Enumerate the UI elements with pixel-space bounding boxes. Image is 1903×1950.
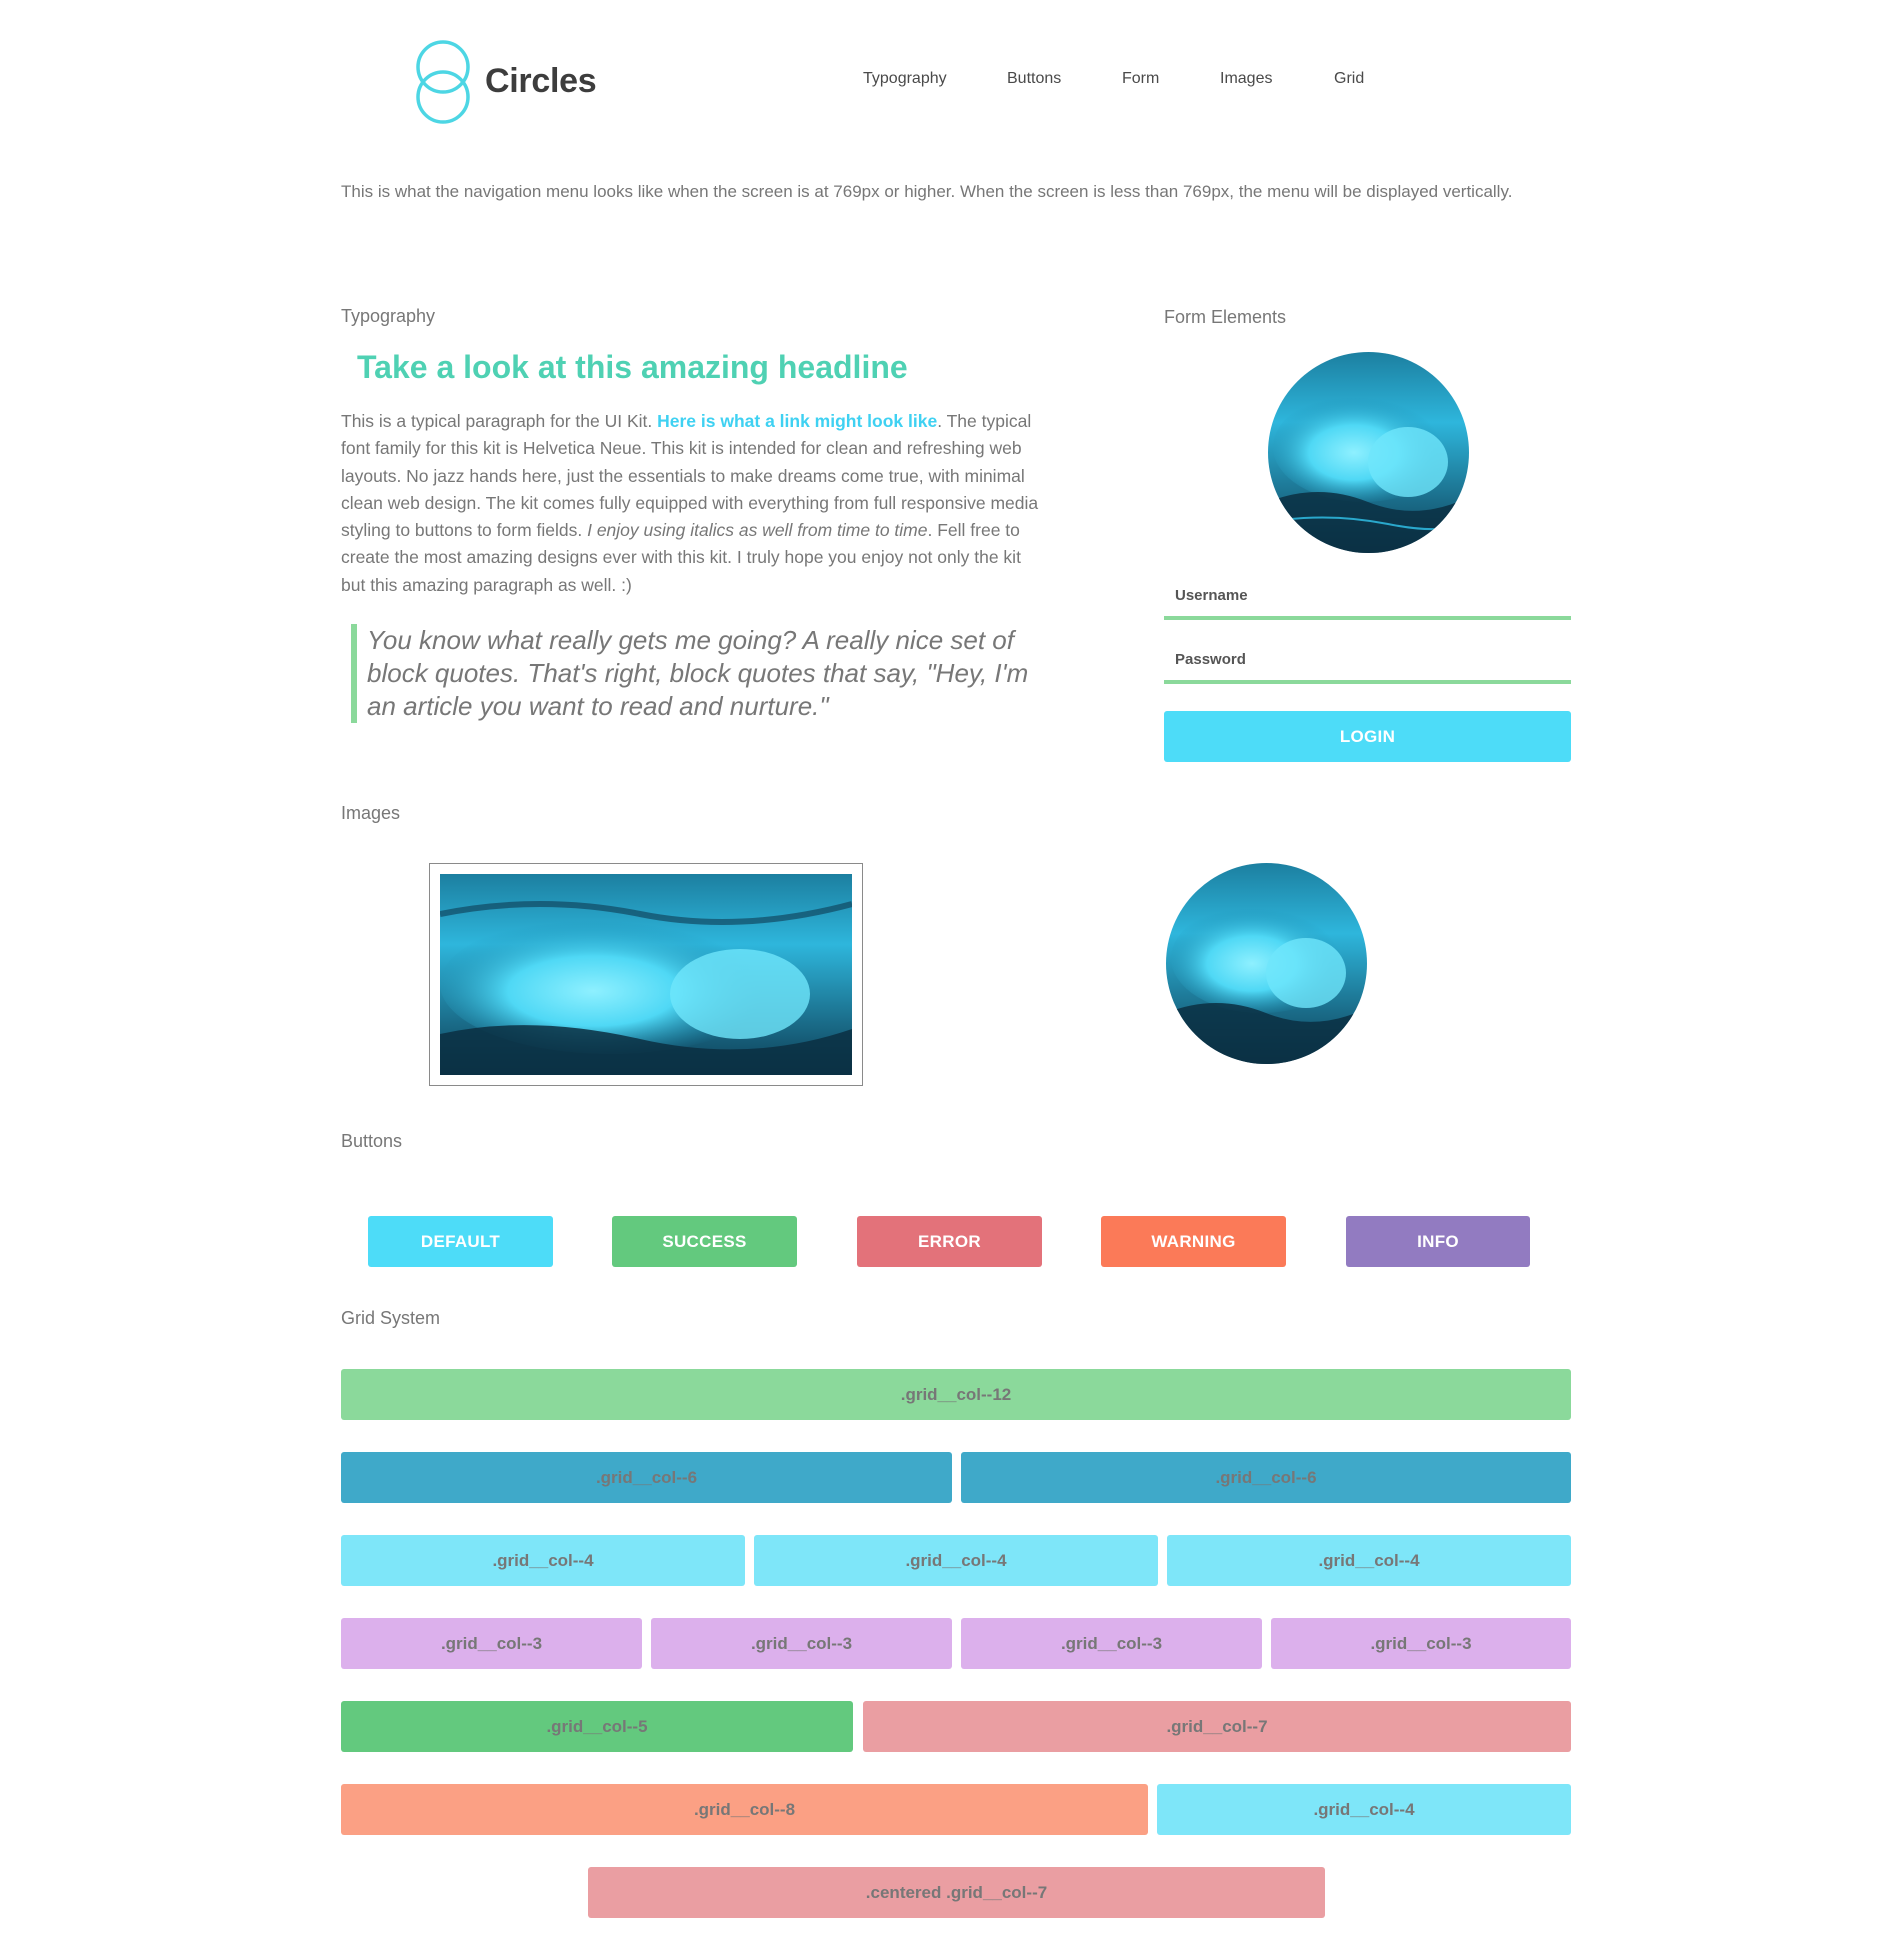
nav-item-grid[interactable]: Grid — [1334, 70, 1364, 88]
grid-col-3: .grid__col--3 — [341, 1618, 642, 1669]
form-section-label: Form Elements — [1164, 307, 1287, 327]
grid-col-4: .grid__col--4 — [1157, 1784, 1571, 1835]
grid-col-5: .grid__col--5 — [341, 1701, 853, 1752]
username-input[interactable] — [1164, 580, 1571, 610]
circle-image — [1166, 863, 1367, 1064]
grid-col-4: .grid__col--4 — [1167, 1535, 1571, 1586]
login-button[interactable]: LOGIN — [1164, 711, 1571, 762]
nav-item-form[interactable]: Form — [1122, 70, 1159, 88]
grid-col-12: .grid__col--12 — [341, 1369, 1571, 1420]
nav-item-images[interactable]: Images — [1220, 70, 1272, 88]
grid-col-3: .grid__col--3 — [1271, 1618, 1571, 1669]
images-section-label: Images — [341, 803, 401, 823]
grid-col-6: .grid__col--6 — [341, 1452, 952, 1503]
form-avatar-image — [1268, 352, 1469, 553]
brand-name: Circles — [485, 62, 597, 100]
error-button[interactable]: ERROR — [857, 1216, 1042, 1267]
warning-button[interactable]: WARNING — [1101, 1216, 1286, 1267]
default-button[interactable]: DEFAULT — [368, 1216, 553, 1267]
info-button[interactable]: INFO — [1346, 1216, 1530, 1267]
ocean-wave-image — [1268, 352, 1469, 553]
grid-col-3: .grid__col--3 — [961, 1618, 1262, 1669]
success-button[interactable]: SUCCESS — [612, 1216, 797, 1267]
sample-link[interactable]: Here is what a link might look like — [657, 411, 937, 431]
grid-col-3: .grid__col--3 — [651, 1618, 952, 1669]
grid-centered-col-7: .centered .grid__col--7 — [588, 1867, 1325, 1918]
intro-text: This is what the navigation menu looks l… — [341, 182, 1513, 201]
password-input[interactable] — [1164, 644, 1571, 674]
grid-col-7: .grid__col--7 — [863, 1701, 1571, 1752]
grid-col-8: .grid__col--8 — [341, 1784, 1148, 1835]
headline: Take a look at this amazing headline — [357, 349, 908, 385]
nav-item-buttons[interactable]: Buttons — [1007, 70, 1061, 88]
grid-col-6: .grid__col--6 — [961, 1452, 1571, 1503]
site-header: Circles Typography Buttons Form Images G… — [0, 0, 1903, 160]
typography-paragraph: This is a typical paragraph for the UI K… — [341, 408, 1041, 599]
grid-section-label: Grid System — [341, 1308, 441, 1328]
grid-col-4: .grid__col--4 — [341, 1535, 745, 1586]
paragraph-italic: I enjoy using italics as well from time … — [587, 520, 928, 541]
buttons-section-label: Buttons — [341, 1131, 403, 1151]
framed-image — [429, 863, 863, 1086]
circles-logo-icon — [416, 40, 470, 124]
typography-section-label: Typography — [341, 306, 436, 326]
ocean-wave-rect-image — [440, 874, 852, 1075]
nav-item-typography[interactable]: Typography — [863, 70, 947, 88]
username-field — [1164, 572, 1571, 620]
blockquote: You know what really gets me going? A re… — [351, 624, 1031, 723]
ocean-wave-circle-image — [1166, 863, 1367, 1064]
grid-col-4: .grid__col--4 — [754, 1535, 1158, 1586]
password-field — [1164, 636, 1571, 684]
brand-logo[interactable]: Circles — [410, 40, 597, 124]
paragraph-text-1: This is a typical paragraph for the UI K… — [341, 411, 658, 431]
